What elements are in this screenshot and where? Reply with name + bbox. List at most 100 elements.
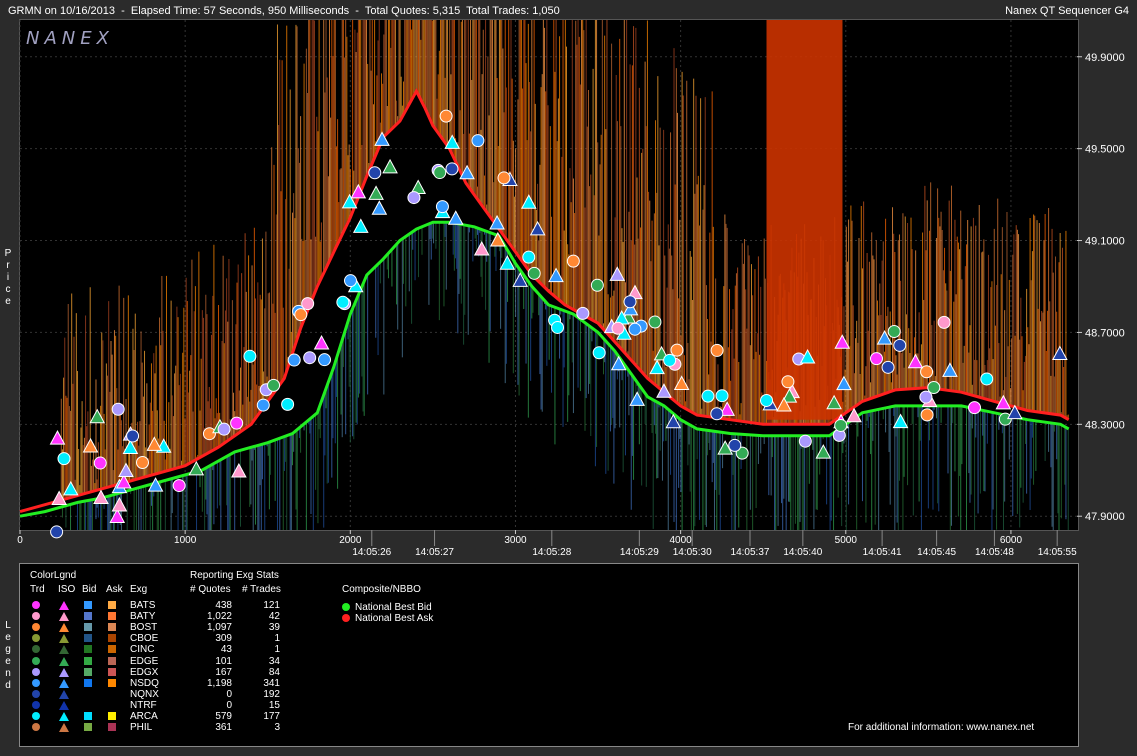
time-label: 14:05:41 [863,547,902,558]
trade-marker [343,274,357,288]
time-label: 14:05:29 [620,547,659,558]
quote-count: 0 [226,688,232,700]
trade-marker [937,315,951,329]
trade-count: 84 [268,666,280,678]
iso-color-swatch [59,623,69,633]
legend-column-header: Exg [130,584,148,595]
legend-column-header: Trd [30,584,45,595]
iso-color-swatch [59,612,69,622]
y-tick-label: 47.9000 [1085,511,1125,523]
trade-marker [663,353,677,367]
trade-marker [869,352,883,366]
trade-marker [231,462,247,478]
trade-marker [445,162,459,176]
trade-color-swatch [32,689,40,698]
trade-marker [710,407,724,421]
legend-column-header: ISO [58,584,76,595]
quote-count: 101 [215,655,232,667]
trade-marker [834,418,848,432]
time-label: 14:05:37 [731,547,770,558]
trade-marker [611,321,625,335]
trade-marker [798,434,812,448]
trade-marker [294,308,308,322]
composite-title: Composite/NBBO [342,584,421,595]
nbbo-label: National Best Ask [355,613,434,624]
trade-marker [287,353,301,367]
quote-count: 1,097 [206,622,232,634]
legend-letter: e [5,656,11,667]
ask-color-swatch [108,656,116,665]
trade-color-swatch [32,634,40,643]
trade-marker [313,334,330,350]
trade-marker [57,452,71,466]
bid-color-swatch [84,634,92,643]
quote-count: 438 [215,600,232,611]
y-tick-label: 48.3000 [1085,419,1125,431]
trade-marker [336,295,350,309]
nbbo-color-swatch [342,603,350,611]
nbbo-color-swatch [342,614,350,622]
exchange-name: ARCA [130,711,158,722]
trade-marker [919,390,933,404]
trade-marker [968,401,982,415]
bid-color-swatch [84,623,92,632]
trade-marker [50,525,64,539]
exchange-name: NQNX [130,688,159,700]
trade-color-swatch [32,700,40,709]
exchange-name: BATY [130,611,156,623]
trade-marker [887,324,901,338]
x-tick-label: 0 [17,535,23,546]
trade-marker [670,343,684,357]
iso-color-swatch [59,723,69,733]
quote-count: 0 [226,699,232,711]
time-label: 14:05:28 [532,547,571,558]
legend-side-label: Legend [3,620,13,692]
trade-marker [551,320,565,334]
iso-color-swatch [59,634,69,644]
time-label: 14:05:30 [673,547,712,558]
x-tick-label: 3000 [504,535,527,546]
iso-color-swatch [59,712,69,721]
quote-count: 1,022 [206,611,232,623]
trade-count: 1 [274,644,280,656]
trade-marker [781,375,795,389]
exchange-name: BOST [130,622,158,634]
trade-marker [893,338,907,352]
time-label: 14:05:55 [1038,547,1077,558]
trade-marker [576,306,590,320]
trade-color-swatch [32,723,40,732]
trade-marker [471,134,485,148]
trade-marker [590,278,604,292]
trade-marker [303,351,317,365]
y-tick-label: 49.9000 [1085,52,1125,64]
color-legend-title: ColorLgnd [30,570,77,581]
stats-title: Reporting Exg Stats [190,570,279,581]
legend-letter: g [5,644,11,655]
quote-count: 309 [215,633,232,645]
legend-column-header: Ask [106,584,123,595]
trade-marker [382,158,398,174]
trade-color-swatch [32,712,40,720]
ask-color-swatch [108,601,116,609]
trade-color-swatch [32,612,40,621]
bid-color-swatch [84,667,92,676]
trade-marker [217,422,231,436]
trade-marker [433,166,447,180]
trade-marker [301,297,315,311]
trade-marker [815,444,832,459]
ask-color-swatch [108,612,116,621]
x-tick-label: 6000 [1000,535,1023,546]
trade-marker [980,372,994,386]
trade-marker [435,200,449,214]
legend-letter: L [5,620,11,631]
bid-color-swatch [84,612,92,621]
trade-marker [93,456,107,470]
quote-count: 1,198 [206,677,232,689]
time-label: 14:05:40 [783,547,822,558]
exchange-name: CINC [130,644,155,656]
legend-letter: e [5,632,11,643]
ask-color-swatch [108,723,116,732]
quote-count: 361 [215,722,232,734]
exchange-name: CBOE [130,633,159,645]
trade-marker [447,210,464,225]
